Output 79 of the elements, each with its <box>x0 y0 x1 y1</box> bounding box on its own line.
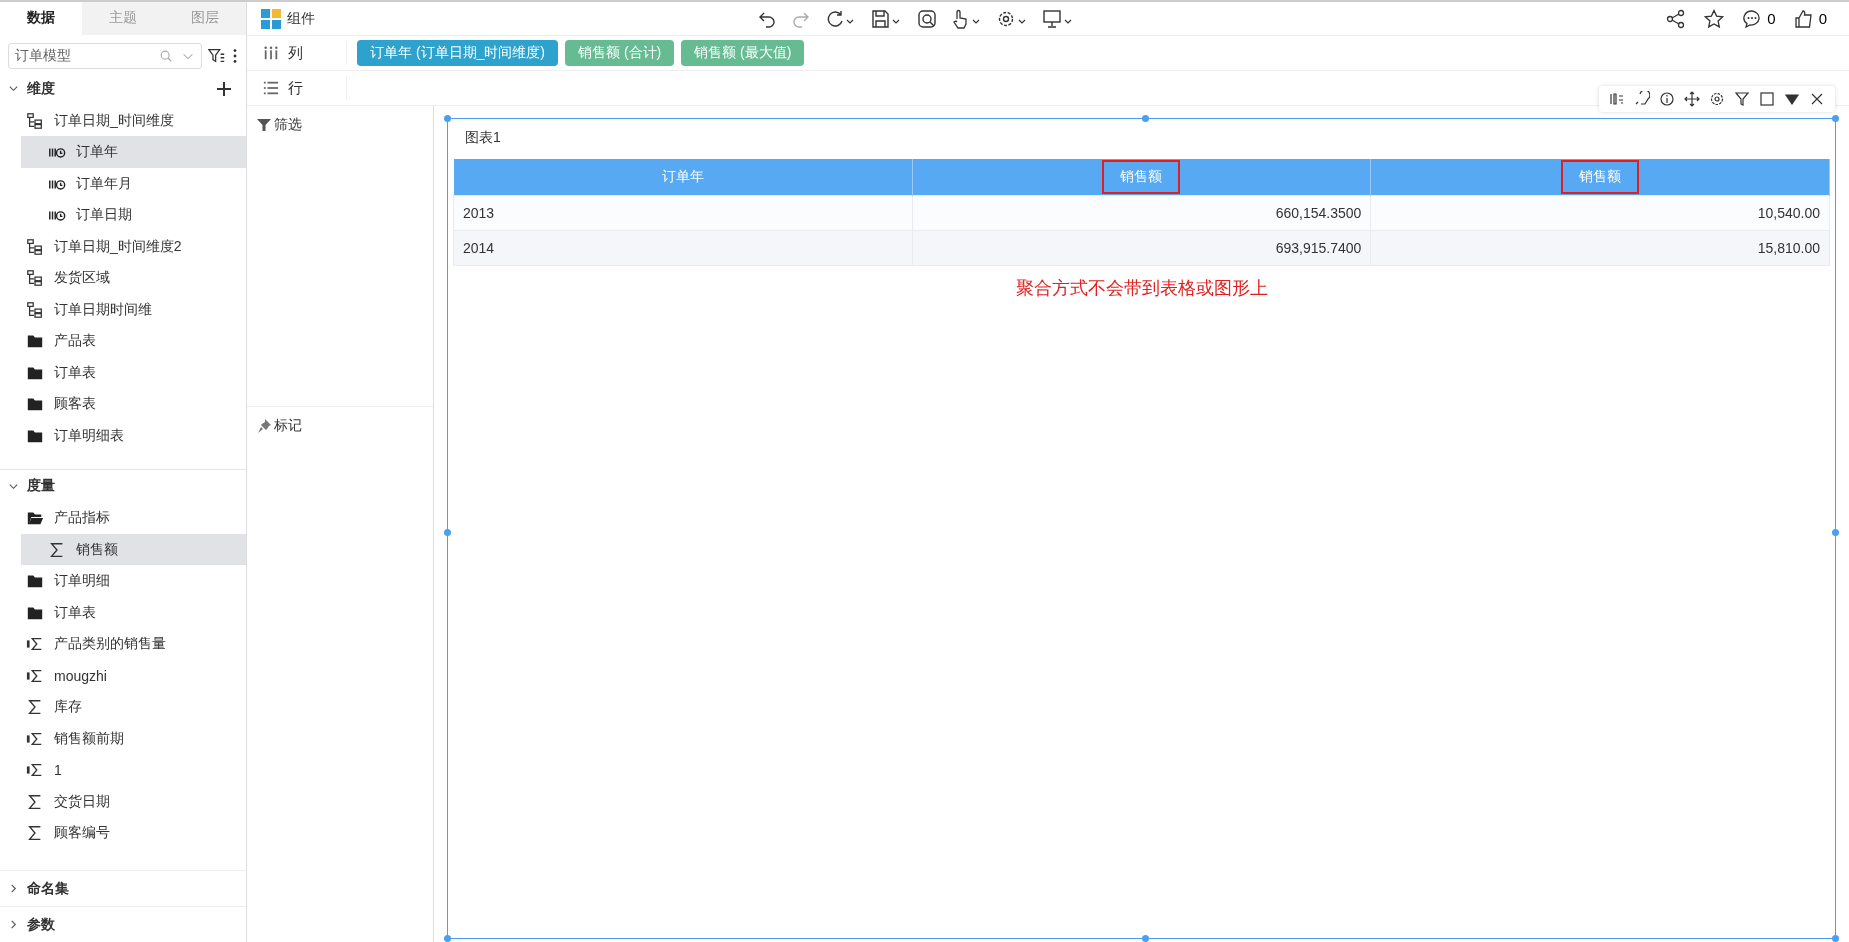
resize-handle[interactable] <box>444 935 451 942</box>
hierarchy-icon <box>26 300 44 319</box>
resize-handle[interactable] <box>444 115 451 122</box>
tree-item[interactable]: 销售额 <box>21 533 246 566</box>
more-icon[interactable] <box>232 46 238 65</box>
tree-item[interactable]: 1 <box>0 754 246 786</box>
column-header: 销售额 <box>912 159 1371 196</box>
tree-item[interactable]: 发货区域 <box>0 262 246 294</box>
resize-handle[interactable] <box>1141 935 1149 942</box>
marks-label: 标记 <box>274 417 302 435</box>
hierarchy-icon <box>26 237 44 256</box>
tree-item[interactable]: 产品表 <box>0 325 246 357</box>
model-select[interactable]: 订单模型 <box>8 42 202 69</box>
resize-handle[interactable] <box>444 528 451 536</box>
tree-item[interactable]: 订单日期 <box>21 199 246 231</box>
filter-label: 筛选 <box>274 116 302 134</box>
chevron-right-icon[interactable] <box>8 919 19 930</box>
table-cell: 660,154.3500 <box>912 195 1371 231</box>
component-label[interactable]: 组件 <box>287 9 315 28</box>
comment-button[interactable]: 0 <box>1742 8 1776 29</box>
table-cell: 2014 <box>453 230 913 266</box>
columns-icon <box>262 45 280 61</box>
tree-item[interactable]: 订单明细表 <box>0 419 246 452</box>
table-cell: 2013 <box>453 195 913 231</box>
filter-list-icon[interactable] <box>208 46 226 65</box>
preview-icon[interactable] <box>916 8 937 29</box>
resize-handle[interactable] <box>1832 528 1839 536</box>
hierarchy-icon <box>26 269 44 288</box>
tree-item[interactable]: 产品类别的销售量 <box>0 628 246 660</box>
shelf-label: 行 <box>288 78 303 98</box>
widget-tool-icon[interactable] <box>1734 91 1750 107</box>
star-icon[interactable] <box>1704 8 1725 29</box>
widget-tool-icon[interactable] <box>1684 91 1700 107</box>
widget-tool-icon[interactable] <box>1659 91 1675 107</box>
pin-icon <box>257 419 271 433</box>
column-header: 销售额 <box>1370 159 1830 196</box>
section-title: 维度 <box>27 79 56 98</box>
section-title: 度量 <box>27 477 56 496</box>
tree-item[interactable]: 订单年月 <box>21 167 246 200</box>
like-button[interactable]: 0 <box>1793 8 1827 29</box>
chart-title: 图表1 <box>464 129 502 147</box>
annotation-text: 聚合方式不会带到表格或图形上 <box>1015 278 1268 298</box>
tree-item[interactable]: 订单明细 <box>0 565 246 597</box>
section-title: 参数 <box>27 915 56 934</box>
list-icon <box>262 80 280 96</box>
chevron-right-icon[interactable] <box>8 883 19 895</box>
tree-item[interactable]: 订单日期时间维 <box>0 293 246 326</box>
resize-handle[interactable] <box>1832 935 1839 942</box>
tree-item[interactable]: 交货日期 <box>0 785 246 818</box>
resize-handle[interactable] <box>1141 115 1149 122</box>
tree-item[interactable]: 库存 <box>0 691 246 723</box>
share-icon[interactable] <box>1666 8 1687 29</box>
resize-handle[interactable] <box>1832 115 1839 122</box>
tree-item[interactable]: 订单年 <box>21 136 246 168</box>
tree-item[interactable]: 订单日期_时间维度2 <box>0 230 246 263</box>
table-cell: 15,810.00 <box>1370 230 1830 266</box>
hierarchy-icon <box>26 111 44 130</box>
widget-tool-icon[interactable] <box>1709 91 1725 107</box>
tree-item[interactable]: 顾客编号 <box>0 817 246 849</box>
sidebar-tab[interactable]: 数据 <box>0 2 82 35</box>
column-header: 订单年 <box>453 159 913 196</box>
search-icon <box>159 48 173 63</box>
tree-item[interactable]: 顾客表 <box>0 388 246 420</box>
widget-tool-icon[interactable] <box>1634 91 1650 107</box>
widget-tool-icon[interactable] <box>1784 91 1800 107</box>
table-cell: 10,540.00 <box>1370 195 1830 231</box>
tree-item[interactable]: 订单表 <box>0 356 246 389</box>
grid-icon <box>261 8 281 29</box>
add-icon[interactable] <box>216 80 232 97</box>
tree-item[interactable]: 产品指标 <box>0 502 246 534</box>
shelf-label: 列 <box>288 43 303 63</box>
tree-item[interactable]: 订单表 <box>0 596 246 629</box>
widget-tool-icon[interactable] <box>1809 91 1825 107</box>
section-title: 命名集 <box>27 879 70 898</box>
filter-icon <box>257 118 271 132</box>
table-cell: 693,915.7400 <box>912 230 1371 266</box>
tree-item[interactable]: 订单日期_时间维度 <box>0 104 246 137</box>
tree-item[interactable]: 销售额前期 <box>0 722 246 755</box>
tree-item[interactable]: mougzhi <box>0 659 246 692</box>
